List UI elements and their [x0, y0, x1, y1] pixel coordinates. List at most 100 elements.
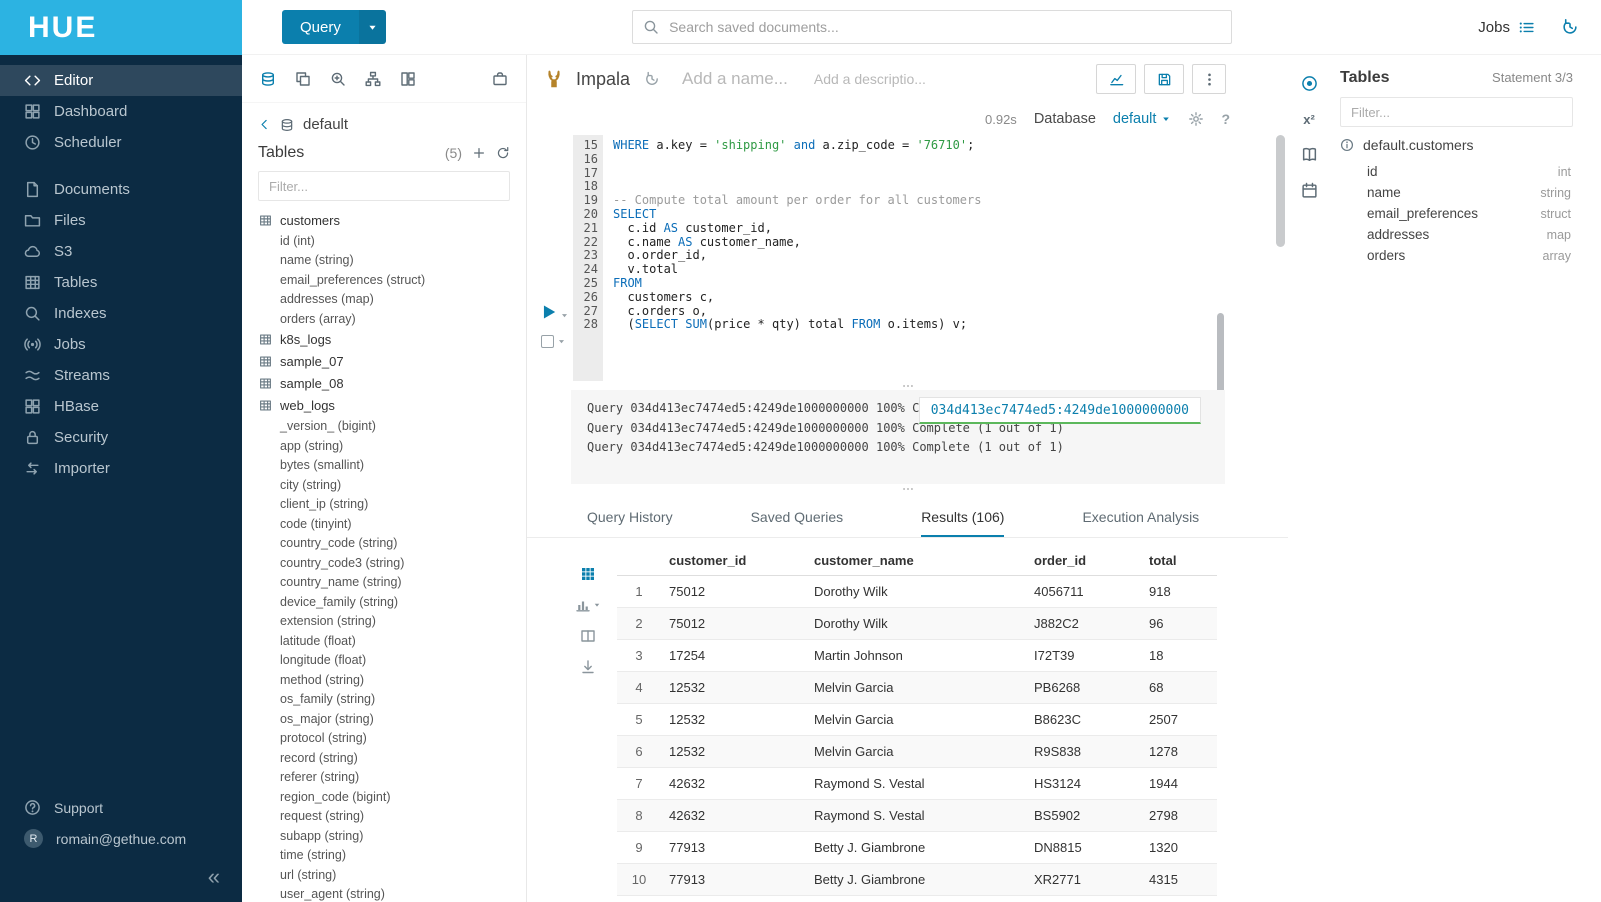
tab-saved-queries[interactable]: Saved Queries — [751, 498, 844, 537]
code-line[interactable]: c.orders o, — [613, 305, 1288, 319]
table-row[interactable]: 175012Dorothy Wilk4056711918 — [617, 576, 1217, 608]
code-line[interactable]: c.id AS customer_id, — [613, 222, 1288, 236]
column-item[interactable]: email_preferences (struct) — [259, 270, 526, 290]
column-header-customer_id[interactable]: customer_id — [661, 546, 806, 576]
engine-selector[interactable]: Impala — [543, 68, 630, 90]
add-table-icon[interactable] — [472, 146, 486, 160]
code-line[interactable]: FROM — [613, 277, 1288, 291]
right-filter-input[interactable] — [1340, 97, 1573, 127]
sitemap-toolbar-button[interactable] — [365, 71, 381, 87]
code-line[interactable]: WHERE a.key = 'shipping' and a.zip_code … — [613, 139, 1288, 153]
column-item[interactable]: name (string) — [259, 251, 526, 271]
sidebar-item-files[interactable]: Files — [0, 205, 242, 236]
code-line[interactable] — [613, 167, 1288, 181]
table-item-sample_08[interactable]: sample_08 — [259, 373, 526, 395]
query-description-field[interactable]: Add a descriptio... — [814, 71, 926, 87]
column-item[interactable]: app (string) — [259, 436, 526, 456]
table-row[interactable]: 742632Raymond S. VestalHS31241944 — [617, 768, 1217, 800]
grid-view-button[interactable] — [580, 566, 596, 582]
query-history-button[interactable] — [1561, 18, 1579, 36]
sidebar-item-documents[interactable]: Documents — [0, 174, 242, 205]
column-header-order_id[interactable]: order_id — [1026, 546, 1141, 576]
column-item[interactable]: subapp (string) — [259, 826, 526, 846]
sidebar-item-security[interactable]: Security — [0, 422, 242, 453]
code-line[interactable] — [613, 153, 1288, 167]
column-item[interactable]: time (string) — [259, 846, 526, 866]
sidebar-item-s3[interactable]: S3 — [0, 236, 242, 267]
book-assist-button[interactable] — [1301, 146, 1318, 163]
resize-handle[interactable] — [527, 381, 1288, 390]
column-item[interactable]: url (string) — [259, 865, 526, 885]
column-item[interactable]: country_name (string) — [259, 573, 526, 593]
sidebar-item-tables[interactable]: Tables — [0, 267, 242, 298]
table-row[interactable]: 977913Betty J. GiambroneDN88151320 — [617, 832, 1217, 864]
column-header-customer_name[interactable]: customer_name — [806, 546, 1026, 576]
calendar-assist-button[interactable] — [1301, 182, 1318, 199]
column-item[interactable]: os_major (string) — [259, 709, 526, 729]
column-item[interactable]: extension (string) — [259, 612, 526, 632]
code-line[interactable]: v.total — [613, 263, 1288, 277]
tables-filter-input[interactable] — [258, 171, 510, 201]
sidebar-item-scheduler[interactable]: Scheduler — [0, 127, 242, 158]
sidebar-item-importer[interactable]: Importer — [0, 453, 242, 484]
column-item[interactable]: referer (string) — [259, 768, 526, 788]
settings-gear-icon[interactable] — [1188, 111, 1204, 127]
code-line[interactable]: o.order_id, — [613, 249, 1288, 263]
new-query-button[interactable]: Query — [282, 10, 386, 44]
target-assist-button[interactable] — [1301, 75, 1318, 92]
right-column-email_preferences[interactable]: email_preferencesstruct — [1340, 203, 1573, 224]
execute-button[interactable] — [540, 303, 558, 321]
table-row[interactable]: 512532Melvin GarciaB8623C2507 — [617, 704, 1217, 736]
database-toolbar-button[interactable] — [260, 71, 276, 87]
refresh-tables-icon[interactable] — [496, 146, 510, 160]
search-input[interactable] — [632, 10, 1232, 44]
sidebar-item-streams[interactable]: Streams — [0, 360, 242, 391]
table-item-web_logs[interactable]: web_logs — [259, 395, 526, 417]
copy-toolbar-button[interactable] — [295, 71, 311, 87]
tab-results-106[interactable]: Results (106) — [921, 498, 1004, 537]
right-column-addresses[interactable]: addressesmap — [1340, 224, 1573, 245]
query-id-popup[interactable]: 034d413ec7474ed5:4249de1000000000 — [919, 397, 1201, 424]
hue-logo[interactable]: HUE — [0, 0, 242, 55]
column-item[interactable]: latitude (float) — [259, 631, 526, 651]
table-row[interactable]: 275012Dorothy WilkJ882C296 — [617, 608, 1217, 640]
code-line[interactable]: SELECT — [613, 208, 1288, 222]
column-header-total[interactable]: total — [1141, 546, 1217, 576]
tab-execution-analysis[interactable]: Execution Analysis — [1082, 498, 1199, 537]
code-line[interactable]: c.name AS customer_name, — [613, 236, 1288, 250]
column-item[interactable]: client_ip (string) — [259, 495, 526, 515]
briefcase-toolbar-button[interactable] — [492, 71, 508, 87]
code-content[interactable]: WHERE a.key = 'shipping' and a.zip_code … — [603, 135, 1288, 381]
column-item[interactable]: _version_ (bigint) — [259, 417, 526, 437]
table-row[interactable]: 1077913Betty J. GiambroneXR27714315 — [617, 864, 1217, 896]
main-scrollbar[interactable] — [1276, 135, 1285, 247]
save-button[interactable] — [1144, 64, 1184, 94]
column-item[interactable]: device_family (string) — [259, 592, 526, 612]
code-line[interactable] — [613, 180, 1288, 194]
tab-query-history[interactable]: Query History — [587, 498, 673, 537]
column-item[interactable]: protocol (string) — [259, 729, 526, 749]
code-line[interactable]: -- Compute total amount per order for al… — [613, 194, 1288, 208]
column-item[interactable]: orders (array) — [259, 309, 526, 329]
column-item[interactable]: addresses (map) — [259, 290, 526, 310]
superscript-assist-button[interactable]: x² — [1303, 111, 1315, 127]
right-column-orders[interactable]: ordersarray — [1340, 245, 1573, 266]
column-item[interactable]: code (tinyint) — [259, 514, 526, 534]
table-row[interactable]: 317254Martin JohnsonI72T3918 — [617, 640, 1217, 672]
query-name-field[interactable]: Add a name... — [682, 69, 788, 89]
column-item[interactable]: request (string) — [259, 807, 526, 827]
sidebar-item-user[interactable]: R romain@gethue.com — [0, 823, 242, 854]
code-line[interactable]: customers c, — [613, 291, 1288, 305]
column-item[interactable]: record (string) — [259, 748, 526, 768]
column-item[interactable]: method (string) — [259, 670, 526, 690]
chart-button[interactable] — [1096, 64, 1136, 94]
sidebar-item-editor[interactable]: Editor — [0, 65, 242, 96]
right-column-name[interactable]: namestring — [1340, 182, 1573, 203]
layout-toolbar-button[interactable] — [400, 71, 416, 87]
table-item-sample_07[interactable]: sample_07 — [259, 351, 526, 373]
table-item-k8s_logs[interactable]: k8s_logs — [259, 329, 526, 351]
sidebar-item-hbase[interactable]: HBase — [0, 391, 242, 422]
column-item[interactable]: id (int) — [259, 231, 526, 251]
help-question-icon[interactable]: ? — [1221, 111, 1230, 127]
table-row[interactable]: 842632Raymond S. VestalBS59022798 — [617, 800, 1217, 832]
